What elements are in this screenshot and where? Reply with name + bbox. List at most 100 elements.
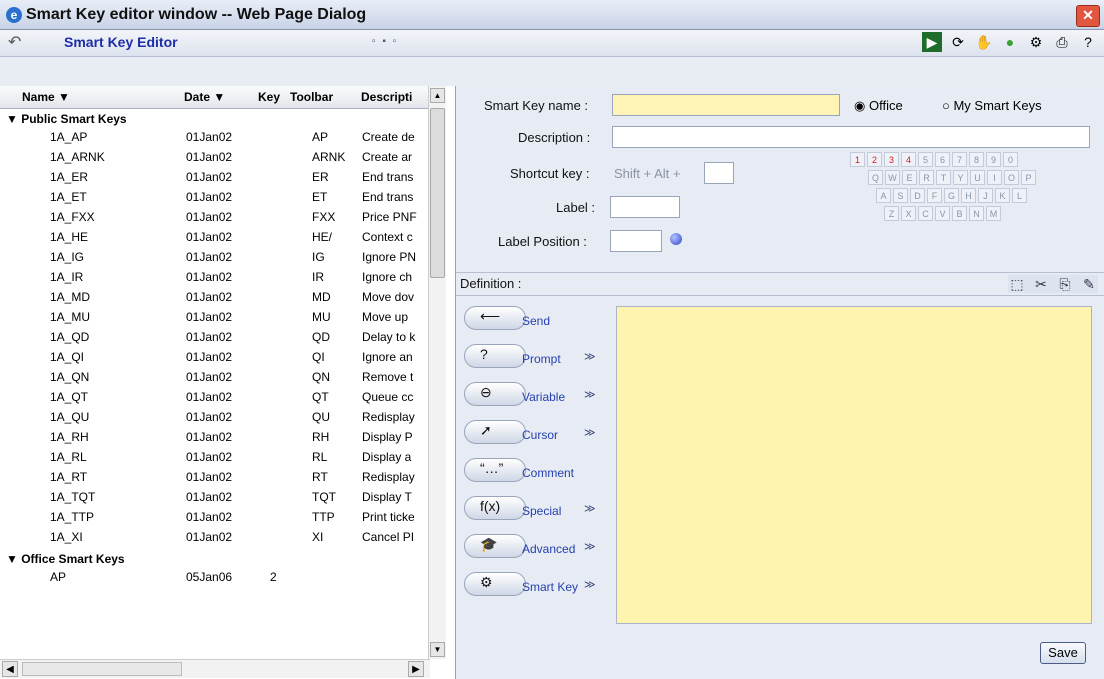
key-p[interactable]: P [1021, 170, 1036, 185]
description-input[interactable] [612, 126, 1090, 148]
refresh-icon[interactable]: ⟳ [948, 32, 968, 52]
key-x[interactable]: X [901, 206, 916, 221]
print-icon[interactable]: ⎙ [1052, 32, 1072, 52]
terminal-icon[interactable]: ▶ [922, 32, 942, 52]
expand-chevron-icon[interactable]: ≫ [584, 350, 596, 363]
table-row[interactable]: 1A_QN 01Jan02 QN Remove t [0, 368, 430, 388]
key-f[interactable]: F [927, 188, 942, 203]
col-date-header[interactable]: Date ▼ [184, 90, 225, 104]
shortcut-key-input[interactable] [704, 162, 734, 184]
key-q[interactable]: Q [868, 170, 883, 185]
key-5[interactable]: 5 [918, 152, 933, 167]
cut-icon[interactable]: ✂ [1032, 275, 1050, 293]
key-e[interactable]: E [902, 170, 917, 185]
record-icon[interactable]: ● [1000, 32, 1020, 52]
group-header[interactable]: ▼ Public Smart Keys [6, 112, 127, 126]
table-row[interactable]: 1A_ARNK 01Jan02 ARNK Create ar [0, 148, 430, 168]
command-special[interactable]: f(x) Special ≫ [464, 496, 602, 522]
edit-icon[interactable]: ✎ [1080, 275, 1098, 293]
col-key-header[interactable]: Key [258, 90, 280, 104]
key-o[interactable]: O [1004, 170, 1019, 185]
command-advanced[interactable]: 🎓 Advanced ≫ [464, 534, 602, 560]
key-w[interactable]: W [885, 170, 900, 185]
key-u[interactable]: U [970, 170, 985, 185]
scroll-thumb[interactable] [430, 108, 445, 278]
table-row[interactable]: 1A_QI 01Jan02 QI Ignore an [0, 348, 430, 368]
key-n[interactable]: N [969, 206, 984, 221]
table-row[interactable]: 1A_RL 01Jan02 RL Display a [0, 448, 430, 468]
key-4[interactable]: 4 [901, 152, 916, 167]
key-0[interactable]: 0 [1003, 152, 1018, 167]
key-d[interactable]: D [910, 188, 925, 203]
table-row[interactable]: 1A_QU 01Jan02 QU Redisplay [0, 408, 430, 428]
copy-icon[interactable]: ⎘ [1056, 275, 1074, 293]
collapse-icon[interactable]: ▼ [6, 112, 21, 126]
key-6[interactable]: 6 [935, 152, 950, 167]
command-pill[interactable] [464, 344, 526, 368]
table-row[interactable]: 1A_ER 01Jan02 ER End trans [0, 168, 430, 188]
scroll-right-icon[interactable]: ▶ [408, 661, 424, 677]
col-toolbar-header[interactable]: Toolbar [290, 90, 333, 104]
key-1[interactable]: 1 [850, 152, 865, 167]
collapse-icon[interactable]: ▼ [6, 552, 21, 566]
command-send[interactable]: ⟵ Send [464, 306, 602, 332]
expand-chevron-icon[interactable]: ≫ [584, 540, 596, 553]
key-3[interactable]: 3 [884, 152, 899, 167]
col-description-header[interactable]: Descripti [361, 90, 412, 104]
table-row[interactable]: 1A_IR 01Jan02 IR Ignore ch [0, 268, 430, 288]
scroll-down-icon[interactable]: ▼ [430, 642, 445, 657]
key-j[interactable]: J [978, 188, 993, 203]
key-v[interactable]: V [935, 206, 950, 221]
key-i[interactable]: I [987, 170, 1002, 185]
table-row[interactable]: 1A_QT 01Jan02 QT Queue cc [0, 388, 430, 408]
command-pill[interactable] [464, 572, 526, 596]
back-icon[interactable]: ↶ [8, 32, 21, 52]
key-z[interactable]: Z [884, 206, 899, 221]
command-comment[interactable]: “…” Comment [464, 458, 602, 484]
settings-icon[interactable]: ⚙ [1026, 32, 1046, 52]
key-h[interactable]: H [961, 188, 976, 203]
command-smart-key[interactable]: ⚙ Smart Key ≫ [464, 572, 602, 598]
key-l[interactable]: L [1012, 188, 1027, 203]
definition-editor[interactable] [616, 306, 1092, 624]
table-row[interactable]: 1A_HE 01Jan02 HE/Context c [0, 228, 430, 248]
command-cursor[interactable]: ➚ Cursor ≫ [464, 420, 602, 446]
radio-my-smart-keys[interactable]: ○ My Smart Keys [942, 98, 1042, 113]
vertical-scrollbar[interactable]: ▲ ▼ [428, 86, 446, 659]
key-8[interactable]: 8 [969, 152, 984, 167]
table-row[interactable]: 1A_TQT 01Jan02 TQT Display T [0, 488, 430, 508]
hand-icon[interactable]: ✋ [974, 32, 994, 52]
table-row[interactable]: 1A_AP 01Jan02 AP Create de [0, 128, 430, 148]
table-row[interactable]: 1A_ET 01Jan02 ET End trans [0, 188, 430, 208]
label-input[interactable] [610, 196, 680, 218]
group-header[interactable]: ▼ Office Smart Keys [6, 552, 125, 566]
key-k[interactable]: K [995, 188, 1010, 203]
close-button[interactable]: ✕ [1076, 5, 1100, 27]
expand-chevron-icon[interactable]: ≫ [584, 388, 596, 401]
table-row[interactable]: 1A_MD 01Jan02 MD Move dov [0, 288, 430, 308]
table-row[interactable]: 1A_IG 01Jan02 IG Ignore PN [0, 248, 430, 268]
help-icon[interactable]: ? [1078, 32, 1098, 52]
table-row[interactable]: 1A_XI 01Jan02 XI Cancel PI [0, 528, 430, 548]
table-row[interactable]: 1A_QD 01Jan02 QD Delay to k [0, 328, 430, 348]
hscroll-thumb[interactable] [22, 662, 182, 676]
key-s[interactable]: S [893, 188, 908, 203]
key-7[interactable]: 7 [952, 152, 967, 167]
key-2[interactable]: 2 [867, 152, 882, 167]
table-row[interactable]: 1A_RH 01Jan02 RH Display P [0, 428, 430, 448]
table-row[interactable]: AP 05Jan06 2 [0, 568, 430, 588]
save-button[interactable]: Save [1040, 642, 1086, 664]
layout-toggle-icon[interactable]: ▫ ▪ ▫ [372, 36, 398, 47]
horizontal-scrollbar[interactable]: ◀ ▶ [0, 659, 430, 678]
key-y[interactable]: Y [953, 170, 968, 185]
key-t[interactable]: T [936, 170, 951, 185]
smart-key-name-input[interactable] [612, 94, 840, 116]
expand-chevron-icon[interactable]: ≫ [584, 426, 596, 439]
scroll-up-icon[interactable]: ▲ [430, 88, 445, 103]
key-9[interactable]: 9 [986, 152, 1001, 167]
table-row[interactable]: 1A_MU 01Jan02 MU Move up [0, 308, 430, 328]
key-c[interactable]: C [918, 206, 933, 221]
select-icon[interactable]: ⬚ [1008, 275, 1026, 293]
label-position-input[interactable] [610, 230, 662, 252]
radio-office[interactable]: ◉ Office [854, 98, 903, 114]
